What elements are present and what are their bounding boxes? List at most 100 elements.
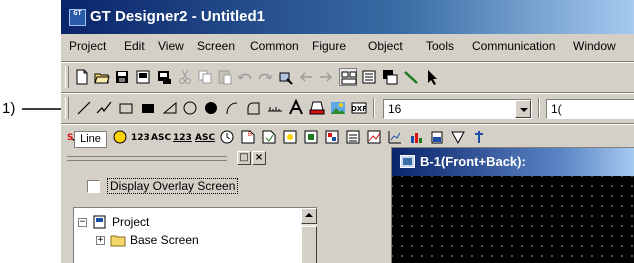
paint-icon[interactable]	[308, 99, 326, 117]
wand-icon[interactable]	[402, 68, 420, 86]
dxf-icon[interactable]: DXF	[350, 99, 368, 117]
style-dropdown-icon[interactable]: S	[63, 129, 75, 147]
menu-figure[interactable]: Figure	[312, 39, 346, 53]
screen-editor-window: B-1(Front+Back):	[391, 147, 634, 263]
numeric-display-label[interactable]: 123	[131, 133, 150, 143]
menu-edit[interactable]: Edit	[124, 39, 145, 53]
window-title: GT Designer2 - Untitled1	[90, 8, 266, 25]
expand-icon[interactable]: +	[96, 236, 105, 245]
redo-icon[interactable]	[256, 68, 274, 86]
scale-icon[interactable]	[266, 99, 284, 117]
polyline-icon[interactable]	[95, 99, 113, 117]
chevron-down-icon[interactable]	[515, 100, 531, 118]
more-objects-icon[interactable]	[470, 128, 488, 146]
duplicate-icon[interactable]	[381, 68, 399, 86]
arc-icon[interactable]	[223, 99, 241, 117]
object-toolbar: S Line 123 ASC 123 ASC B	[61, 125, 634, 148]
sector-icon[interactable]	[244, 99, 262, 117]
menu-object[interactable]: Object	[368, 39, 403, 53]
overlay-checkbox-label[interactable]: Display Overlay Screen	[107, 178, 239, 194]
clock-icon[interactable]	[218, 128, 236, 146]
panel-close-button[interactable]: ×	[252, 151, 266, 165]
filled-rectangle-icon[interactable]	[139, 99, 157, 117]
line-style-button[interactable]: Line	[74, 131, 107, 148]
bitmap-icon[interactable]	[329, 99, 347, 117]
project-folder-icon	[93, 215, 106, 229]
text-icon[interactable]	[287, 99, 305, 117]
panel-grip[interactable]	[67, 156, 227, 161]
line-icon[interactable]	[75, 99, 93, 117]
open-folder-icon[interactable]	[93, 68, 111, 86]
screen-icon[interactable]	[134, 68, 152, 86]
polygon-icon[interactable]	[161, 99, 179, 117]
screen-save-icon[interactable]	[155, 68, 173, 86]
screen-editor-title: B-1(Front+Back):	[420, 154, 526, 169]
panel-meter-icon[interactable]	[449, 128, 467, 146]
folder-icon	[110, 235, 126, 247]
properties-icon[interactable]	[360, 68, 378, 86]
panel-splitter[interactable]	[317, 147, 335, 263]
panel-restore-button[interactable]: □	[237, 151, 251, 165]
select-arrow-icon[interactable]	[423, 68, 441, 86]
overlay-checkbox[interactable]	[87, 180, 100, 193]
menu-view[interactable]: View	[158, 39, 184, 53]
font-size-combo[interactable]: 16	[383, 99, 532, 119]
forward-icon[interactable]	[317, 68, 335, 86]
screen-list-icon[interactable]	[339, 68, 357, 86]
standard-toolbar	[61, 63, 634, 91]
save-icon[interactable]	[113, 68, 131, 86]
back-icon[interactable]	[297, 68, 315, 86]
svg-text:B: B	[248, 132, 252, 138]
cut-icon[interactable]	[176, 68, 194, 86]
numeric-input-label[interactable]: 123	[173, 133, 192, 143]
project-tree: − Project + Base Screen	[73, 207, 317, 263]
trend-icon[interactable]	[386, 128, 404, 146]
paste-icon[interactable]	[216, 68, 234, 86]
toolbar-grip[interactable]	[65, 66, 69, 88]
menu-bar: Project Edit View Screen Common Figure O…	[61, 36, 634, 58]
menu-project[interactable]: Project	[69, 39, 106, 53]
menu-communication[interactable]: Communication	[472, 39, 555, 53]
ascii-input-label[interactable]: ASC	[195, 133, 215, 143]
app-window: GT GT Designer2 - Untitled1 Project Edit…	[61, 0, 634, 263]
comment-icon[interactable]: B	[239, 128, 257, 146]
screen-editor-titlebar[interactable]: B-1(Front+Back):	[392, 148, 634, 176]
undo-icon[interactable]	[236, 68, 254, 86]
new-document-icon[interactable]	[73, 68, 91, 86]
alarm-icon[interactable]	[260, 128, 278, 146]
ascii-display-label[interactable]: ASC	[151, 133, 171, 143]
level-icon[interactable]	[428, 128, 446, 146]
title-bar[interactable]: GT GT Designer2 - Untitled1	[61, 0, 634, 34]
tree-scrollbar[interactable]	[301, 208, 317, 263]
recipe-icon[interactable]	[323, 128, 341, 146]
scroll-thumb[interactable]	[301, 226, 317, 263]
find-icon[interactable]	[277, 68, 295, 86]
callout-label: 1)	[2, 100, 16, 117]
toolbar-divider	[373, 98, 375, 118]
menu-common[interactable]: Common	[250, 39, 299, 53]
data-list-icon[interactable]	[344, 128, 362, 146]
tree-label-project: Project	[112, 215, 150, 229]
bar-graph-icon[interactable]	[407, 128, 425, 146]
menu-tools[interactable]: Tools	[426, 39, 454, 53]
menu-window[interactable]: Window	[573, 39, 616, 53]
collapse-icon[interactable]: −	[78, 218, 87, 227]
screen-canvas[interactable]	[392, 176, 634, 263]
rectangle-icon[interactable]	[117, 99, 135, 117]
svg-text:DXF: DXF	[351, 105, 367, 113]
switch-icon[interactable]	[302, 128, 320, 146]
toolbar-divider-2	[538, 98, 540, 118]
app-icon: GT	[69, 9, 86, 26]
copy-icon[interactable]	[196, 68, 214, 86]
toolbar-grip-2[interactable]	[65, 97, 69, 119]
lamp-icon[interactable]	[281, 128, 299, 146]
graph-icon[interactable]	[365, 128, 383, 146]
menu-screen[interactable]: Screen	[197, 39, 235, 53]
circle-icon[interactable]	[181, 99, 199, 117]
touch-switch-icon[interactable]	[111, 128, 129, 146]
filled-circle-icon[interactable]	[202, 99, 220, 117]
font-size-combo-2[interactable]: 1(	[546, 99, 634, 119]
font-size-value: 16	[388, 102, 402, 116]
svg-text:S: S	[67, 133, 73, 143]
scroll-up-icon[interactable]	[301, 208, 317, 224]
